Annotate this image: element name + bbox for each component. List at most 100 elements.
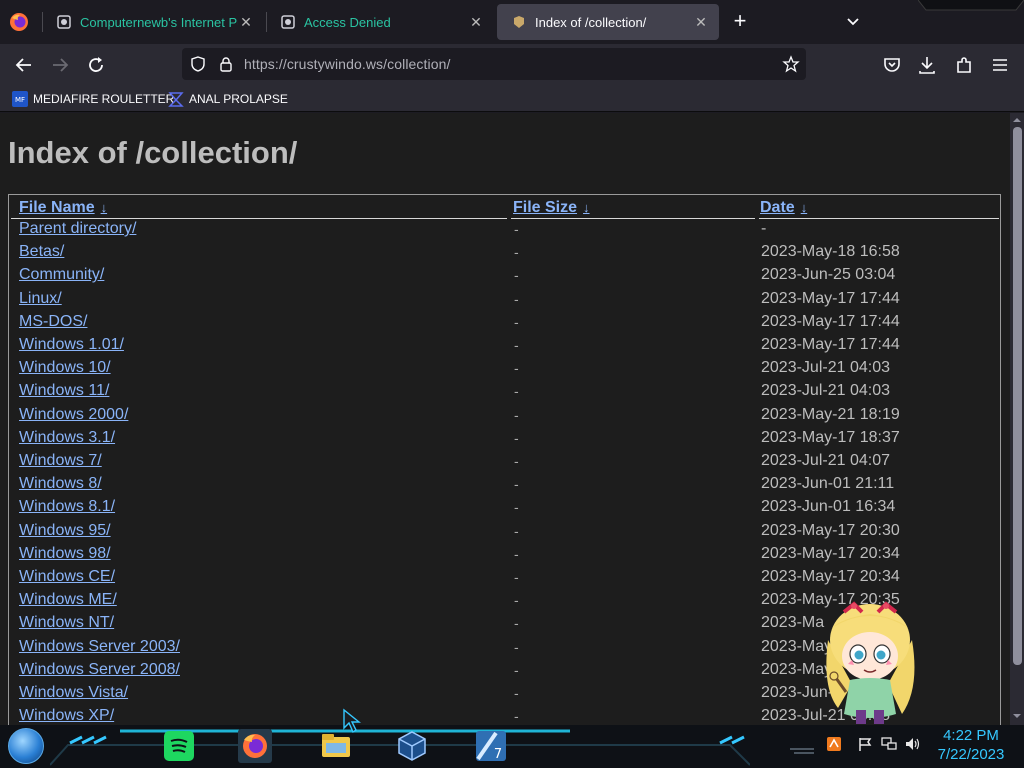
sort-arrow-icon: ↓ bbox=[100, 200, 108, 215]
scroll-down-icon[interactable] bbox=[1012, 711, 1022, 721]
tab-title: Index of /collection/ bbox=[535, 14, 647, 30]
spotify-icon[interactable] bbox=[162, 729, 196, 763]
file-size-cell: - bbox=[514, 221, 519, 237]
back-arrow-icon[interactable] bbox=[13, 54, 35, 76]
file-size-cell: - bbox=[514, 661, 519, 678]
directory-link[interactable]: Betas/ bbox=[19, 243, 64, 261]
directory-link[interactable]: MS-DOS/ bbox=[19, 313, 87, 331]
url-text[interactable]: https://crustywindo.ws/collection/ bbox=[244, 56, 450, 72]
app-badge: 7 bbox=[494, 747, 502, 762]
directory-link[interactable]: Community/ bbox=[19, 266, 104, 284]
directory-link[interactable]: Windows Vista/ bbox=[19, 684, 128, 702]
directory-link[interactable]: Windows Server 2003/ bbox=[19, 638, 180, 656]
header-divider bbox=[11, 218, 507, 219]
table-row: Windows CE/ - 2023-May-17 20:34 bbox=[9, 568, 1000, 591]
reload-icon[interactable] bbox=[85, 54, 107, 76]
file-explorer-icon[interactable] bbox=[319, 729, 353, 763]
directory-link[interactable]: Windows CE/ bbox=[19, 568, 115, 586]
app-tray-icon[interactable] bbox=[826, 736, 842, 752]
directory-link[interactable]: Windows ME/ bbox=[19, 591, 117, 609]
directory-link[interactable]: Windows 3.1/ bbox=[19, 429, 115, 447]
directory-link[interactable]: Windows XP/ bbox=[19, 707, 114, 725]
date-cell: 2023-May-17 17:44 bbox=[761, 336, 900, 353]
file-size-cell: - bbox=[514, 337, 519, 353]
bookmark-star-icon[interactable] bbox=[782, 55, 800, 73]
file-size-cell: - bbox=[514, 569, 519, 585]
flag-icon[interactable] bbox=[857, 736, 873, 752]
column-header-date[interactable]: Date ↓ bbox=[760, 199, 807, 217]
table-row: Linux/ - 2023-May-17 17:44 bbox=[9, 290, 1000, 313]
directory-link[interactable]: Windows 8/ bbox=[19, 475, 102, 493]
directory-link[interactable]: Linux/ bbox=[19, 290, 62, 308]
app-64-icon[interactable]: 7 bbox=[474, 729, 508, 763]
file-size-cell: - bbox=[514, 592, 519, 609]
new-tab-button[interactable]: + bbox=[730, 10, 750, 32]
network-icon[interactable] bbox=[881, 736, 897, 752]
mouse-cursor-icon bbox=[343, 708, 361, 734]
date-cell: 2023-May-17 20:34 bbox=[761, 544, 900, 562]
downloads-icon[interactable] bbox=[916, 54, 938, 76]
directory-link[interactable]: Windows Server 2008/ bbox=[19, 661, 180, 679]
file-size-cell: - bbox=[514, 453, 519, 469]
tab-computernewb[interactable]: Computernewb's Internet Pub ✕ bbox=[42, 4, 264, 40]
tracking-shield-icon[interactable] bbox=[190, 56, 206, 72]
directory-link[interactable]: Windows 2000/ bbox=[19, 406, 128, 424]
table-row: Windows 98/ - 2023-May-17 20:34 bbox=[9, 545, 1000, 568]
lock-icon[interactable] bbox=[218, 56, 234, 72]
clock-date[interactable]: 7/22/2023 bbox=[934, 746, 1008, 763]
bookmark-mediafire-rouletter[interactable]: MF MEDIAFIRE ROULETTER bbox=[12, 90, 174, 108]
directory-link[interactable]: Windows 11/ bbox=[19, 382, 109, 400]
tab-title: Computernewb's Internet Pub bbox=[80, 14, 238, 30]
page-favicon-icon bbox=[514, 16, 524, 28]
tab-access-denied[interactable]: Access Denied ✕ bbox=[266, 4, 494, 40]
extensions-icon[interactable] bbox=[953, 54, 975, 76]
file-size-cell: - bbox=[514, 429, 519, 446]
table-row: Community/ - 2023-Jun-25 03:04 bbox=[9, 266, 1000, 289]
directory-link[interactable]: Windows 10/ bbox=[19, 359, 111, 377]
date-cell: - bbox=[761, 220, 767, 237]
column-header-file-name[interactable]: File Name ↓ bbox=[19, 199, 107, 217]
directory-link[interactable]: Windows 95/ bbox=[19, 522, 111, 540]
pocket-icon[interactable] bbox=[881, 54, 903, 76]
directory-link[interactable]: Parent directory/ bbox=[19, 220, 136, 238]
file-size-cell: - bbox=[514, 360, 519, 377]
table-row: MS-DOS/ - 2023-May-17 17:44 bbox=[9, 313, 1000, 336]
cartoon-character-sticker bbox=[826, 601, 915, 724]
close-tab-icon[interactable]: ✕ bbox=[238, 14, 254, 30]
taskbar-decoration bbox=[790, 748, 814, 754]
firefox-icon[interactable] bbox=[238, 729, 272, 763]
column-header-label: Date bbox=[760, 199, 795, 216]
scroll-up-icon[interactable] bbox=[1012, 115, 1022, 125]
bookmark-icon bbox=[168, 92, 184, 107]
table-row: Windows 7/ - 2023-Jul-21 04:07 bbox=[9, 452, 1000, 475]
directory-link[interactable]: Windows 1.01/ bbox=[19, 336, 124, 354]
date-cell: 2023-Jul-21 04:03 bbox=[761, 359, 890, 377]
file-size-cell: - bbox=[514, 290, 519, 307]
date-cell: 2023-May-17 20:34 bbox=[761, 568, 900, 585]
tab-title: Access Denied bbox=[304, 14, 391, 30]
date-cell: 2023-May-21 18:19 bbox=[761, 405, 900, 423]
start-button[interactable] bbox=[8, 728, 44, 764]
close-tab-icon[interactable]: ✕ bbox=[693, 14, 709, 30]
volume-icon[interactable] bbox=[904, 736, 920, 752]
directory-link[interactable]: Windows 8.1/ bbox=[19, 498, 115, 516]
address-bar[interactable]: https://crustywindo.ws/collection/ bbox=[182, 48, 806, 80]
directory-link[interactable]: Windows NT/ bbox=[19, 614, 114, 632]
column-header-file-size[interactable]: File Size ↓ bbox=[513, 199, 590, 217]
close-tab-icon[interactable]: ✕ bbox=[468, 14, 484, 30]
directory-link[interactable]: Windows 98/ bbox=[19, 545, 111, 563]
forward-arrow-icon[interactable] bbox=[49, 54, 71, 76]
clock-time[interactable]: 4:22 PM bbox=[940, 727, 1002, 744]
scrollbar-thumb[interactable] bbox=[1013, 127, 1022, 665]
firefox-icon[interactable] bbox=[9, 12, 29, 32]
menu-hamburger-icon[interactable] bbox=[989, 54, 1011, 76]
file-size-cell: - bbox=[514, 406, 519, 423]
file-size-cell: - bbox=[514, 476, 519, 493]
date-cell: 2023-May-17 18:37 bbox=[761, 428, 900, 446]
vertical-scrollbar[interactable] bbox=[1010, 113, 1024, 725]
chevron-down-icon[interactable] bbox=[844, 13, 862, 31]
bookmark-anal-prolapse[interactable]: ANAL PROLAPSE bbox=[168, 90, 288, 108]
virtualbox-icon[interactable] bbox=[395, 729, 429, 763]
tab-index-collection[interactable]: Index of /collection/ ✕ bbox=[497, 4, 719, 40]
directory-link[interactable]: Windows 7/ bbox=[19, 452, 102, 470]
